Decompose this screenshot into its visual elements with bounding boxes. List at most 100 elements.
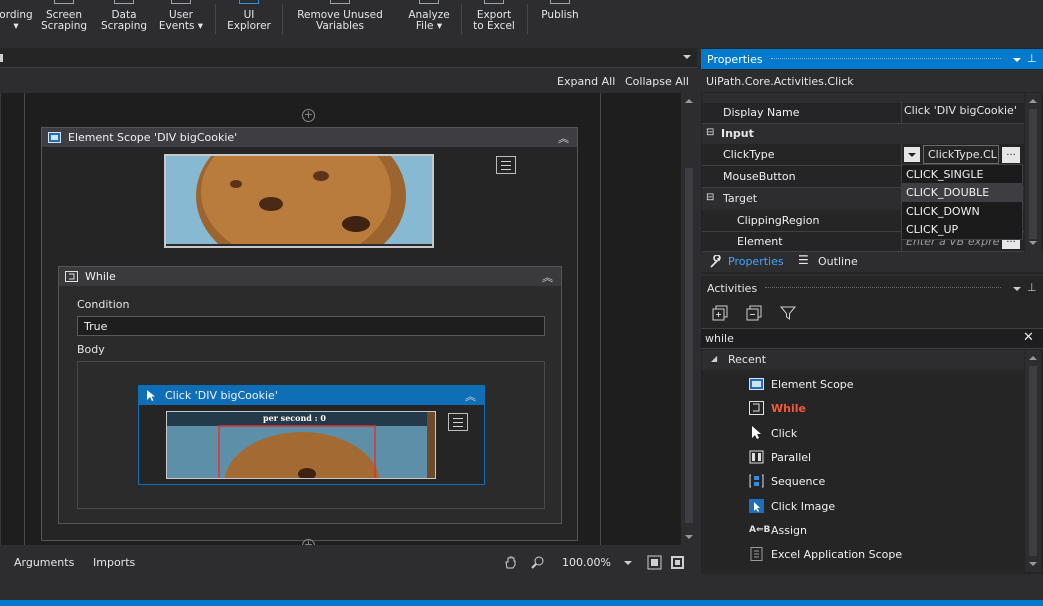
scroll-thumb[interactable] xyxy=(1029,366,1037,556)
scroll-thumb[interactable] xyxy=(685,168,693,523)
ribbon-toolbar: ording ▾ Screen Scraping Data Scraping U… xyxy=(0,0,1043,42)
collapse-all-icon[interactable] xyxy=(746,305,762,321)
outline-tab[interactable]: Outline xyxy=(818,255,858,268)
pin-icon[interactable]: ⊥ xyxy=(1027,281,1037,294)
ui-explorer-button[interactable]: UI Explorer xyxy=(224,0,274,42)
scroll-up-icon[interactable] xyxy=(685,99,693,103)
scroll-thumb[interactable] xyxy=(1029,109,1037,239)
overview-icon[interactable] xyxy=(670,555,685,570)
panel-dropdown-icon[interactable] xyxy=(1013,287,1021,291)
expand-all-link[interactable]: Expand All xyxy=(557,75,615,88)
properties-scrollbar[interactable] xyxy=(1025,93,1041,253)
data-scraping-label: Data Scraping xyxy=(100,9,148,32)
scroll-up-icon[interactable] xyxy=(1029,356,1037,360)
clicktype-option[interactable]: CLICK_SINGLE xyxy=(902,165,1022,184)
canvas-vertical-scrollbar[interactable] xyxy=(681,93,697,545)
expand-all-icon[interactable] xyxy=(712,305,728,321)
user-events-button[interactable]: User Events ▾ xyxy=(154,0,208,42)
element-screenshot xyxy=(164,154,434,248)
clicktype-value-field[interactable]: ClickType.CL xyxy=(923,145,999,164)
scroll-up-icon[interactable] xyxy=(1029,99,1037,103)
condition-input[interactable]: True xyxy=(77,316,545,336)
pan-hand-icon[interactable] xyxy=(503,555,518,570)
collapse-category-icon[interactable]: ⊟ xyxy=(706,192,714,203)
workflow-canvas[interactable]: + Element Scope 'DIV bigCookie' ︽ While … xyxy=(0,93,681,545)
scroll-down-icon[interactable] xyxy=(685,535,693,539)
tab-pin-icon[interactable] xyxy=(0,54,3,62)
collapse-icon[interactable]: ︽ xyxy=(558,130,569,146)
element-scope-header[interactable]: Element Scope 'DIV bigCookie' ︽ xyxy=(42,128,577,147)
input-category-label: Input xyxy=(721,127,754,140)
activities-title: Activities xyxy=(707,282,758,295)
remove-variables-icon xyxy=(330,0,350,4)
clicktype-option[interactable]: CLICK_UP xyxy=(902,221,1022,238)
zoom-level[interactable]: 100.00% xyxy=(562,556,611,569)
uipath-studio-window: ording ▾ Screen Scraping Data Scraping U… xyxy=(0,0,1043,606)
recording-button[interactable]: ording ▾ xyxy=(0,0,38,42)
add-activity-icon[interactable]: + xyxy=(302,109,315,122)
while-body-container[interactable]: Click 'DIV bigCookie' ︽ per second: 0 xyxy=(77,361,545,509)
export-excel-icon xyxy=(484,0,504,4)
ribbon-divider xyxy=(527,4,528,34)
remove-unused-variables-button[interactable]: Remove Unused Variables xyxy=(290,0,390,42)
display-name-input[interactable]: Click 'DIV bigCookie' xyxy=(901,102,1024,123)
ribbon-divider xyxy=(215,4,216,34)
while-activity[interactable]: While ︽ Condition True Body Click 'DIV b… xyxy=(58,266,562,524)
export-to-excel-button[interactable]: Export to Excel xyxy=(468,0,520,42)
element-scope-activity[interactable]: Element Scope 'DIV bigCookie' ︽ While ︽ … xyxy=(41,127,578,541)
clicktype-select[interactable]: ClickType.CL ... xyxy=(901,144,1024,165)
element-scope-title: Element Scope 'DIV bigCookie' xyxy=(68,131,238,144)
condition-label: Condition xyxy=(77,298,130,311)
sequence-icon xyxy=(749,474,764,488)
expand-triangle-icon[interactable]: ◢ xyxy=(711,354,717,363)
data-scraping-icon xyxy=(114,0,134,4)
publish-button[interactable]: Publish xyxy=(534,0,586,42)
zoom-icon[interactable] xyxy=(530,555,545,570)
outer-sequence-border-right xyxy=(600,93,601,545)
element-label: Element xyxy=(737,235,783,248)
element-menu-icon[interactable] xyxy=(448,413,468,431)
clicktype-dropdown-button[interactable] xyxy=(904,147,920,162)
recent-group-header[interactable]: ◢ Recent xyxy=(702,350,1024,370)
properties-tab-strip: Properties ☰ Outline xyxy=(701,252,1043,272)
zoom-dropdown-icon[interactable] xyxy=(624,561,632,565)
properties-title-bar: Properties ⊥ xyxy=(701,49,1043,69)
assign-icon: A⇐B xyxy=(749,525,771,535)
activities-scrollbar[interactable] xyxy=(1025,350,1041,572)
filter-icon[interactable] xyxy=(780,305,796,321)
while-header[interactable]: While ︽ xyxy=(59,267,561,286)
screen-scraping-button[interactable]: Screen Scraping xyxy=(38,0,90,42)
collapse-category-icon[interactable]: ⊟ xyxy=(706,127,714,138)
pin-icon[interactable]: ⊥ xyxy=(1027,52,1037,65)
arguments-tab[interactable]: Arguments xyxy=(14,556,74,569)
parallel-icon xyxy=(749,450,764,464)
click-activity[interactable]: Click 'DIV bigCookie' ︽ per second: 0 xyxy=(138,385,485,485)
add-activity-icon[interactable]: + xyxy=(302,539,315,545)
scroll-down-icon[interactable] xyxy=(1029,241,1037,245)
scroll-down-icon[interactable] xyxy=(1029,562,1037,566)
clicktype-row: ClickType ClickType.CL ... xyxy=(702,144,1024,166)
tab-dropdown-icon[interactable] xyxy=(683,55,691,59)
analyze-file-icon xyxy=(419,0,439,4)
data-scraping-button[interactable]: Data Scraping xyxy=(98,0,150,42)
click-header[interactable]: Click 'DIV bigCookie' ︽ xyxy=(139,386,484,405)
activity-item-label: While xyxy=(771,402,806,415)
collapse-all-link[interactable]: Collapse All xyxy=(625,75,689,88)
panel-dropdown-icon[interactable] xyxy=(1013,58,1021,62)
analyze-file-button[interactable]: Analyze File ▾ xyxy=(404,0,454,42)
clear-search-icon[interactable]: ✕ xyxy=(1023,330,1034,345)
clicktype-option-selected[interactable]: CLICK_DOUBLE xyxy=(902,183,1022,202)
imports-tab[interactable]: Imports xyxy=(93,556,135,569)
activities-search-input[interactable]: while ✕ xyxy=(701,328,1043,349)
clicktype-label: ClickType xyxy=(723,148,775,161)
clicktype-ellipsis-button[interactable]: ... xyxy=(1002,147,1020,163)
fit-screen-icon[interactable] xyxy=(647,555,662,570)
input-category[interactable]: ⊟ Input xyxy=(702,124,1024,144)
click-element-screenshot: per second : 0 xyxy=(166,411,436,479)
collapse-icon[interactable]: ︽ xyxy=(465,388,476,404)
element-scope-icon xyxy=(48,132,61,143)
collapse-icon[interactable]: ︽ xyxy=(542,269,553,285)
clicktype-option[interactable]: CLICK_DOWN xyxy=(902,202,1022,221)
properties-tab[interactable]: Properties xyxy=(728,255,784,268)
element-menu-icon[interactable] xyxy=(496,156,516,174)
